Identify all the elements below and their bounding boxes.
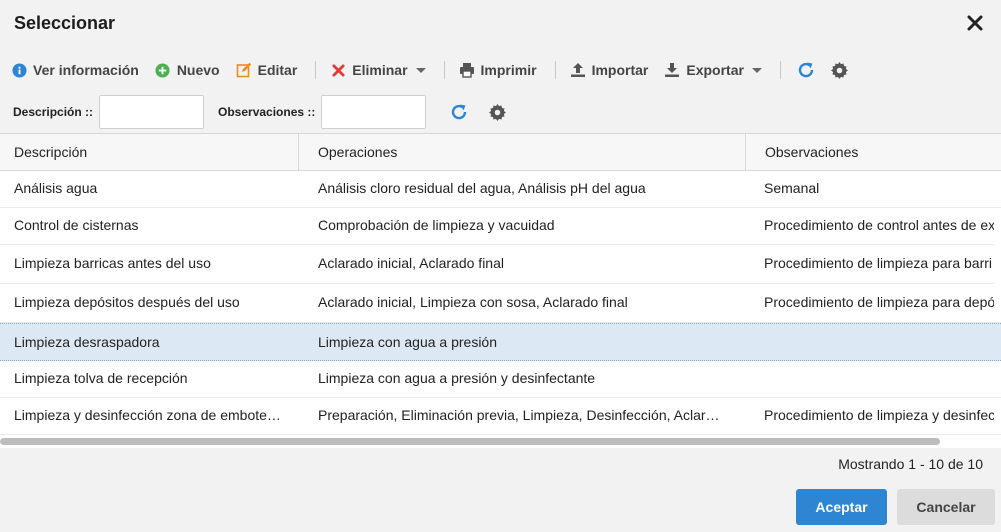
cell-descripcion: Control de cisternas bbox=[14, 217, 139, 233]
chevron-down-icon bbox=[751, 68, 762, 73]
column-header-descripcion[interactable]: Descripción bbox=[0, 134, 299, 170]
delete-label: Eliminar bbox=[352, 62, 408, 78]
cell-descripcion: Limpieza depósitos después del uso bbox=[14, 294, 240, 310]
chevron-down-icon bbox=[415, 68, 426, 73]
import-button[interactable]: Importar bbox=[570, 56, 655, 84]
grid-header: Descripción Operaciones Observaciones bbox=[0, 134, 1001, 171]
refresh-icon[interactable] bbox=[795, 59, 817, 81]
column-header-observaciones[interactable]: Observaciones bbox=[746, 134, 1001, 170]
cell-descripcion: Limpieza y desinfección zona de embote… bbox=[14, 407, 281, 423]
edit-label: Editar bbox=[257, 62, 298, 78]
import-label: Importar bbox=[591, 62, 649, 78]
delete-button[interactable]: Eliminar bbox=[330, 56, 431, 84]
table-row[interactable]: Análisis agua Análisis cloro residual del… bbox=[0, 171, 1001, 208]
toolbar: Ver información Nuevo Editar Eliminar Im… bbox=[0, 56, 1001, 84]
cell-descripcion: Limpieza desraspadora bbox=[14, 334, 160, 350]
horizontal-scrollbar[interactable] bbox=[0, 438, 940, 445]
cell-observaciones: Procedimiento de limpieza para depó bbox=[764, 294, 994, 310]
info-icon bbox=[11, 62, 27, 78]
cell-observaciones: Procedimiento de limpieza y desinfec bbox=[764, 407, 994, 423]
scroll-indicator bbox=[995, 244, 1001, 258]
toolbar-separator bbox=[443, 61, 445, 79]
plus-circle-icon bbox=[155, 62, 171, 78]
dialog-title: Seleccionar bbox=[14, 13, 116, 33]
print-icon bbox=[459, 62, 475, 78]
gear-icon[interactable] bbox=[829, 59, 851, 81]
print-label: Imprimir bbox=[480, 62, 537, 78]
description-filter-input[interactable] bbox=[99, 95, 205, 129]
cell-operaciones: Comprobación de limpieza y vacuidad bbox=[318, 217, 555, 233]
data-grid: Descripción Operaciones Observaciones An… bbox=[0, 133, 1001, 448]
cell-operaciones: Limpieza con agua a presión y desinfecta… bbox=[318, 370, 596, 386]
table-row[interactable]: Limpieza barricas antes del uso Aclarado … bbox=[0, 245, 1001, 284]
table-row[interactable]: Limpieza desraspadora Limpieza con agua a… bbox=[0, 323, 1001, 361]
new-button[interactable]: Nuevo bbox=[155, 56, 226, 84]
table-row[interactable]: Control de cisternas Comprobación de limp… bbox=[0, 208, 1001, 245]
filter-bar: Descripción :: Observaciones :: bbox=[0, 94, 1001, 130]
cell-observaciones bbox=[764, 324, 994, 360]
accept-button[interactable]: Aceptar bbox=[796, 489, 887, 525]
cell-observaciones bbox=[764, 361, 994, 396]
column-header-operaciones[interactable]: Operaciones bbox=[299, 134, 746, 170]
close-icon[interactable] bbox=[966, 14, 984, 32]
cell-descripcion: Limpieza tolva de recepción bbox=[14, 370, 188, 386]
cell-observaciones: Procedimiento de limpieza para barri bbox=[764, 255, 992, 271]
toolbar-separator bbox=[779, 61, 781, 79]
download-icon bbox=[664, 62, 680, 78]
cell-descripcion: Limpieza barricas antes del uso bbox=[14, 255, 211, 271]
view-info-label: Ver información bbox=[33, 62, 139, 78]
select-dialog: Seleccionar Ver información Nuevo Editar bbox=[0, 0, 1001, 532]
cell-descripcion: Análisis agua bbox=[14, 180, 98, 196]
cell-observaciones: Semanal bbox=[764, 180, 820, 196]
observations-filter-label: Observaciones :: bbox=[218, 105, 316, 119]
export-label: Exportar bbox=[686, 62, 744, 78]
cell-observaciones: Procedimiento de control antes de ex bbox=[764, 217, 994, 233]
cell-operaciones: Aclarado inicial, Aclarado final bbox=[318, 255, 504, 271]
description-filter-label: Descripción :: bbox=[13, 105, 94, 119]
edit-button[interactable]: Editar bbox=[236, 56, 304, 84]
x-icon bbox=[330, 62, 346, 78]
toolbar-separator bbox=[315, 61, 317, 79]
table-row[interactable]: Limpieza y desinfección zona de embote… P… bbox=[0, 398, 1001, 435]
paging-info: Mostrando 1 - 10 de 10 bbox=[838, 456, 983, 472]
view-info-button[interactable]: Ver información bbox=[11, 56, 145, 84]
dialog-titlebar: Seleccionar bbox=[0, 0, 1001, 48]
print-button[interactable]: Imprimir bbox=[459, 56, 543, 84]
export-button[interactable]: Exportar bbox=[664, 56, 768, 84]
cell-operaciones: Aclarado inicial, Limpieza con sosa, Acl… bbox=[318, 294, 628, 310]
edit-icon bbox=[236, 62, 252, 78]
upload-icon bbox=[570, 62, 586, 78]
table-row[interactable]: Limpieza tolva de recepción Limpieza con … bbox=[0, 361, 1001, 398]
scroll-indicator bbox=[995, 282, 1001, 296]
new-label: Nuevo bbox=[176, 62, 220, 78]
observations-filter-input[interactable] bbox=[321, 95, 427, 129]
gear-icon[interactable] bbox=[486, 101, 508, 123]
table-row[interactable]: Limpieza depósitos después del uso Aclara… bbox=[0, 284, 1001, 323]
toolbar-separator bbox=[554, 61, 556, 79]
cell-operaciones: Limpieza con agua a presión bbox=[318, 334, 498, 350]
refresh-icon[interactable] bbox=[448, 101, 470, 123]
cell-operaciones: Preparación, Eliminación previa, Limpiez… bbox=[318, 407, 723, 423]
cell-operaciones: Análisis cloro residual del agua, Anális… bbox=[318, 180, 646, 196]
cancel-button[interactable]: Cancelar bbox=[897, 489, 995, 525]
